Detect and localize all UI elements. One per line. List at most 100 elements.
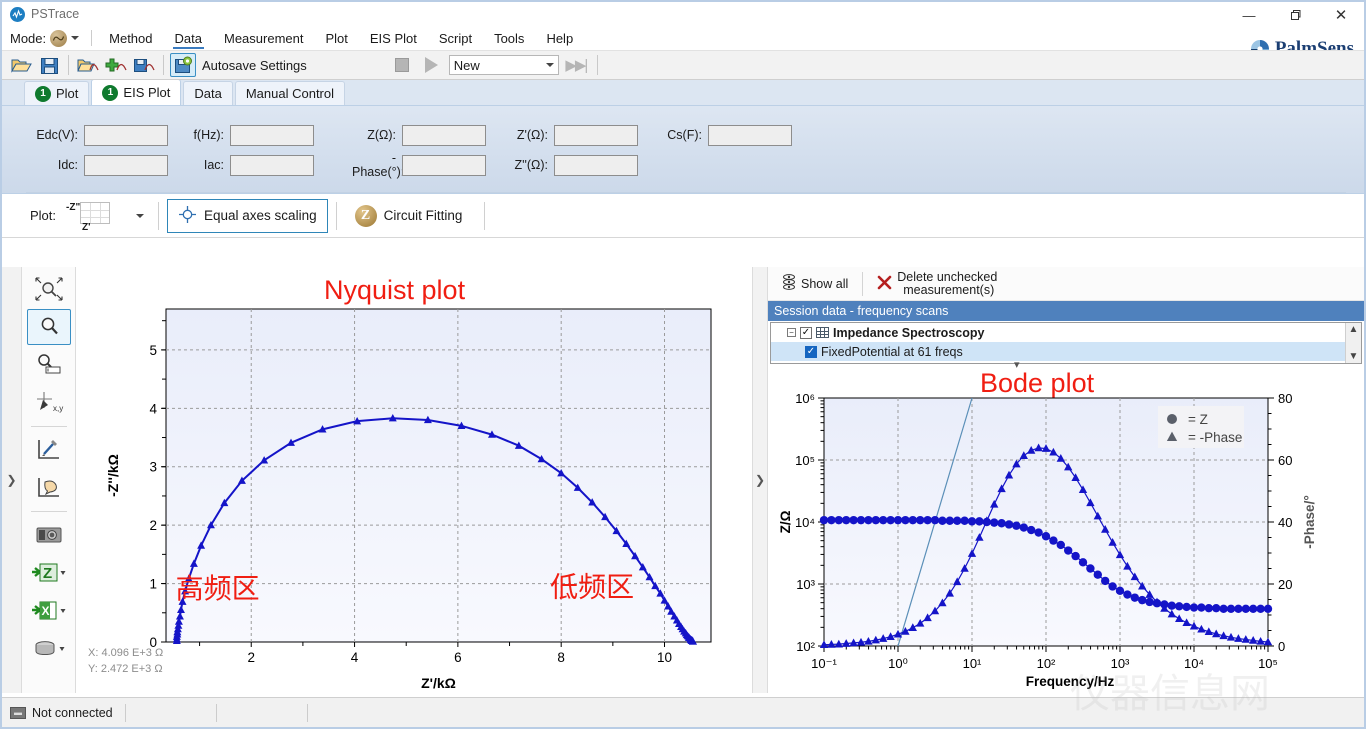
pick-xy-icon[interactable]: x,y [27, 385, 71, 421]
run-controls: New ▶▶| [389, 53, 602, 77]
measurement-tree[interactable]: − ✓ Impedance Spectroscopy ✓ FixedPotent… [770, 322, 1362, 364]
scroll-up-icon[interactable]: ▲ [1349, 324, 1359, 335]
play-button[interactable] [419, 53, 445, 77]
database-icon[interactable] [27, 631, 71, 667]
annotate-icon[interactable] [27, 470, 71, 506]
add-curve-button[interactable] [103, 53, 129, 77]
field-zim: Z''(Ω): [506, 154, 638, 176]
bode-plot-panel[interactable]: ▾ Bode plot 10⁻¹ 10⁰ 10¹ 10² 10³ 10⁴ 10⁵ 10² 10³… [768, 359, 1364, 693]
export-z-icon[interactable]: Z [27, 555, 71, 591]
field-edc-input[interactable] [84, 124, 168, 146]
toolbar-divider-3 [596, 55, 598, 75]
tab-eis-plot-badge: 1 [102, 84, 119, 101]
export-excel-icon[interactable]: X [27, 593, 71, 629]
menu-item-eis-plot[interactable]: EIS Plot [359, 29, 428, 48]
field-idc-input[interactable] [84, 154, 168, 176]
svg-text:10⁴: 10⁴ [1184, 656, 1204, 671]
mode-chevron-down-icon[interactable] [71, 36, 80, 40]
field-cs-input[interactable] [708, 124, 792, 146]
menu-item-help[interactable]: Help [535, 29, 584, 48]
maximize-button[interactable] [1272, 2, 1318, 28]
measurement-name-value: New [453, 57, 480, 73]
scroll-down-icon[interactable]: ▼ [1349, 351, 1359, 362]
coord-readout-y: Y: 2.472 E+3 Ω [88, 663, 163, 675]
field-idc-label: Idc: [57, 158, 78, 172]
window-title: PSTrace [31, 7, 80, 21]
svg-text:10⁴: 10⁴ [795, 515, 815, 530]
plot-type-x-label: Z' [82, 221, 91, 233]
plot-type-chevron-down-icon[interactable] [136, 213, 145, 218]
menu-item-data[interactable]: Data [164, 29, 213, 49]
svg-text:高频区: 高频区 [176, 573, 260, 604]
tree-row-impedance-label: Impedance Spectroscopy [833, 325, 985, 340]
show-all-button[interactable]: Show all [776, 274, 854, 293]
skip-to-end-icon: ▶▶| [565, 57, 588, 74]
field-zim-input[interactable] [554, 154, 638, 176]
mode-selector[interactable]: Mode: [8, 29, 85, 47]
svg-text:x,y: x,y [53, 404, 63, 413]
tree-row-impedance-spectroscopy[interactable]: − ✓ Impedance Spectroscopy [771, 323, 1345, 342]
tab-data[interactable]: Data [183, 81, 233, 105]
field-f: f(Hz): [188, 124, 314, 146]
menu-item-plot[interactable]: Plot [314, 29, 358, 48]
close-button[interactable]: ✕ [1318, 2, 1364, 28]
plot-type-combo[interactable]: -Z" Z' [66, 199, 150, 233]
svg-text:10²: 10² [796, 639, 815, 654]
field-zre: Z'(Ω): [506, 124, 638, 146]
svg-text:= Z: = Z [1188, 412, 1208, 427]
measurement-name-combo[interactable]: New [448, 55, 559, 75]
tab-plot[interactable]: 1 Plot [24, 81, 90, 105]
svg-text:8: 8 [557, 650, 565, 665]
field-iac-input[interactable] [230, 154, 314, 176]
tree-row-fixed-potential[interactable]: ✓ FixedPotential at 61 freqs [771, 342, 1345, 361]
tree-checkbox-impedance[interactable]: ✓ [800, 326, 812, 339]
skip-to-end-button[interactable]: ▶▶| [563, 53, 589, 77]
autosave-settings-label: Autosave Settings [202, 57, 307, 73]
delete-unchecked-button[interactable]: Delete unchecked measurement(s) [871, 270, 1003, 297]
combo-chevron-down-icon[interactable] [545, 63, 554, 67]
stop-button[interactable] [389, 53, 415, 77]
menu-item-measurement[interactable]: Measurement [213, 29, 314, 48]
minimize-button[interactable]: — [1226, 2, 1272, 28]
field-zre-label: Z'(Ω): [516, 128, 548, 142]
zoom-fit-icon[interactable] [27, 271, 71, 307]
save-button[interactable] [36, 53, 62, 77]
circuit-fitting-button[interactable]: Z Circuit Fitting [345, 199, 473, 233]
equal-axes-scaling-button[interactable]: Equal axes scaling [167, 198, 328, 233]
field-z-input[interactable] [402, 124, 486, 146]
field-zre-input[interactable] [554, 124, 638, 146]
main-area: ❯ x,y Z X Nyquist plot 2 4 6 8 10 0 1 2 … [2, 267, 1364, 693]
field-phase-input[interactable] [402, 154, 486, 176]
toolbar-divider-2 [163, 55, 164, 75]
tree-scrollbar[interactable]: ▲ ▼ [1345, 323, 1361, 363]
screenshot-camera-icon[interactable] [27, 517, 71, 553]
tab-eis-plot[interactable]: 1 EIS Plot [91, 79, 182, 105]
tab-manual-control[interactable]: Manual Control [234, 81, 345, 105]
right-panel-expander[interactable]: ❯ [752, 267, 768, 693]
menu-item-method[interactable]: Method [98, 29, 163, 48]
measurement-toolbar: Show all Delete unchecked measurement(s) [768, 267, 1364, 301]
autosave-settings-button[interactable] [170, 53, 196, 77]
menu-item-tools[interactable]: Tools [483, 29, 535, 48]
tree-checkbox-fixedpotential[interactable]: ✓ [805, 345, 817, 358]
zoom-icon[interactable] [26, 309, 71, 345]
field-zim-label: Z''(Ω): [514, 158, 548, 172]
delete-label-line2: measurement(s) [903, 282, 995, 297]
optbar-divider-3 [484, 201, 486, 230]
zoom-region-icon[interactable] [27, 347, 71, 383]
nyquist-plot-panel[interactable]: Nyquist plot 2 4 6 8 10 0 1 2 3 4 5 Z'/kΩ -Z''/kΩ 高频区… [76, 267, 752, 693]
tree-collapse-icon[interactable]: − [787, 328, 796, 337]
field-z-label: Z(Ω): [367, 128, 396, 142]
svg-text:4: 4 [351, 650, 359, 665]
load-curve-button[interactable] [75, 53, 101, 77]
menu-item-script[interactable]: Script [428, 29, 483, 48]
field-f-input[interactable] [230, 124, 314, 146]
svg-text:10³: 10³ [1111, 656, 1130, 671]
open-button[interactable] [8, 53, 34, 77]
circuit-fitting-label: Circuit Fitting [383, 208, 463, 223]
svg-text:-Z''/kΩ: -Z''/kΩ [105, 454, 121, 497]
left-panel-expander[interactable]: ❯ [2, 267, 22, 693]
plot-settings-icon[interactable] [27, 432, 71, 468]
svg-text:2: 2 [247, 650, 255, 665]
save-curve-button[interactable] [131, 53, 157, 77]
